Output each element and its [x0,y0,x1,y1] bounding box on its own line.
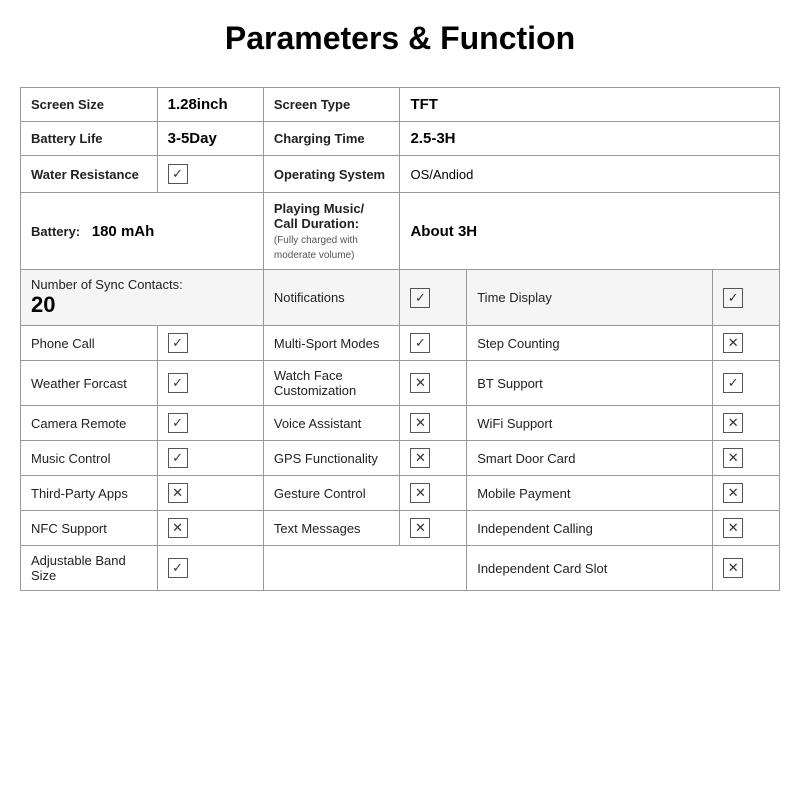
music-control-label: Music Control [31,451,110,466]
spec-row-battery: Battery Life 3-5Day Charging Time 2.5-3H [21,122,780,156]
wifi-support-label: WiFi Support [477,416,552,431]
playing-music-label: Playing Music/ Call Duration: [274,201,364,231]
feature-row-sync: Number of Sync Contacts: 20 Notification… [21,270,780,326]
time-display-label: Time Display [477,290,552,305]
gps-check [410,448,430,468]
phone-call-check [168,333,188,353]
adjustable-band-label: Adjustable Band Size [31,553,126,583]
playing-music-value: About 3H [410,223,477,240]
weather-forecast-check [168,373,188,393]
charging-time-label: Charging Time [274,131,365,146]
spec-row-screen: Screen Size 1.28inch Screen Type TFT [21,88,780,122]
page-title: Parameters & Function [20,20,780,67]
notifications-label: Notifications [274,290,345,305]
gesture-label: Gesture Control [274,486,366,501]
feature-row-camera: Camera Remote Voice Assistant WiFi Suppo… [21,406,780,441]
feature-row-music: Music Control GPS Functionality Smart Do… [21,441,780,476]
wifi-support-check [723,413,743,433]
voice-assistant-check [410,413,430,433]
camera-remote-label: Camera Remote [31,416,126,431]
operating-system-label: Operating System [274,167,385,182]
text-messages-label: Text Messages [274,521,361,536]
sync-contacts-value: 20 [31,292,55,317]
smart-door-label: Smart Door Card [477,451,575,466]
weather-forecast-label: Weather Forcast [31,376,127,391]
feature-row-weather: Weather Forcast Watch Face Customization… [21,361,780,406]
feature-row-band: Adjustable Band Size Independent Card Sl… [21,546,780,591]
bt-support-label: BT Support [477,376,543,391]
third-party-check [168,483,188,503]
mobile-payment-check [723,483,743,503]
feature-row-phone: Phone Call Multi-Sport Modes Step Counti… [21,326,780,361]
battery-mah-value: 180 mAh [92,223,155,240]
screen-size-label: Screen Size [31,97,104,112]
step-counting-label: Step Counting [477,336,559,351]
water-resistance-label: Water Resistance [31,167,139,182]
phone-call-label: Phone Call [31,336,95,351]
independent-calling-check [723,518,743,538]
feature-row-nfc: NFC Support Text Messages Independent Ca… [21,511,780,546]
operating-system-value: OS/Andiod [410,167,473,182]
feature-row-third-party: Third-Party Apps Gesture Control Mobile … [21,476,780,511]
spec-row-water: Water Resistance Operating System OS/And… [21,156,780,193]
screen-size-value: 1.28inch [168,96,228,113]
watch-face-check [410,373,430,393]
time-display-check [723,288,743,308]
bt-support-check [723,373,743,393]
adjustable-band-check [168,558,188,578]
screen-type-value: TFT [410,96,438,113]
nfc-label: NFC Support [31,521,107,536]
independent-card-label: Independent Card Slot [477,561,607,576]
gps-label: GPS Functionality [274,451,378,466]
playing-music-note: (Fully charged with moderate volume) [274,235,358,261]
nfc-check [168,518,188,538]
music-control-check [168,448,188,468]
smart-door-check [723,448,743,468]
independent-calling-label: Independent Calling [477,521,593,536]
mobile-payment-label: Mobile Payment [477,486,570,501]
camera-remote-check [168,413,188,433]
charging-time-value: 2.5-3H [410,130,455,147]
notifications-check [410,288,430,308]
voice-assistant-label: Voice Assistant [274,416,361,431]
water-resistance-check [168,164,188,184]
third-party-label: Third-Party Apps [31,486,128,501]
sync-contacts-label: Number of Sync Contacts: [31,277,183,292]
watch-face-label: Watch Face Customization [274,368,356,398]
independent-card-check [723,558,743,578]
screen-type-label: Screen Type [274,97,350,112]
battery-life-value: 3-5Day [168,130,217,147]
text-messages-check [410,518,430,538]
spec-row-battery-mah: Battery: 180 mAh Playing Music/ Call Dur… [21,193,780,270]
battery-mah-label: Battery: [31,224,80,239]
multi-sport-label: Multi-Sport Modes [274,336,379,351]
step-counting-check [723,333,743,353]
multi-sport-check [410,333,430,353]
battery-life-label: Battery Life [31,131,103,146]
gesture-check [410,483,430,503]
